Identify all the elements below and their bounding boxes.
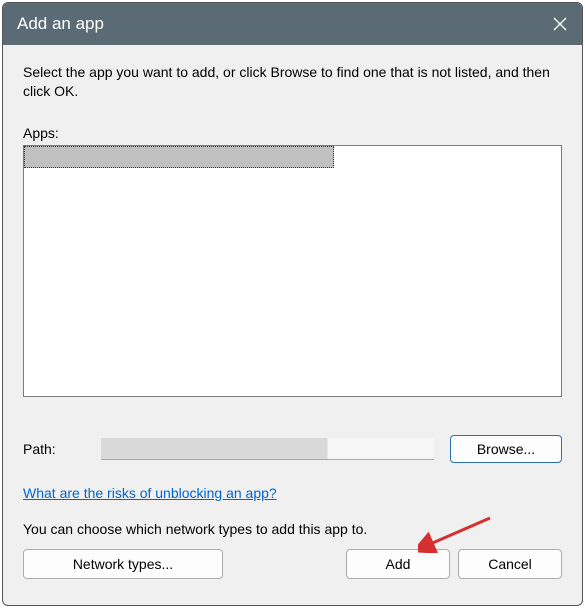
path-label: Path: (23, 441, 85, 457)
add-button[interactable]: Add (346, 549, 450, 579)
cancel-button[interactable]: Cancel (458, 549, 562, 579)
network-types-button[interactable]: Network types... (23, 549, 223, 579)
instruction-text: Select the app you want to add, or click… (23, 63, 562, 101)
close-button[interactable] (538, 3, 582, 45)
window-title: Add an app (17, 14, 538, 34)
add-app-dialog: Add an app Select the app you want to ad… (2, 2, 583, 606)
path-input[interactable] (101, 438, 434, 460)
apps-listbox[interactable] (23, 145, 562, 397)
button-row: Network types... Add Cancel (23, 549, 562, 579)
apps-label: Apps: (23, 125, 562, 141)
risks-link[interactable]: What are the risks of unblocking an app? (23, 485, 277, 501)
network-types-text: You can choose which network types to ad… (23, 521, 562, 537)
list-item[interactable] (24, 146, 334, 168)
path-row: Path: Browse... (23, 435, 562, 463)
titlebar: Add an app (3, 3, 582, 45)
browse-button[interactable]: Browse... (450, 435, 562, 463)
close-icon (553, 17, 567, 31)
dialog-content: Select the app you want to add, or click… (3, 45, 582, 605)
